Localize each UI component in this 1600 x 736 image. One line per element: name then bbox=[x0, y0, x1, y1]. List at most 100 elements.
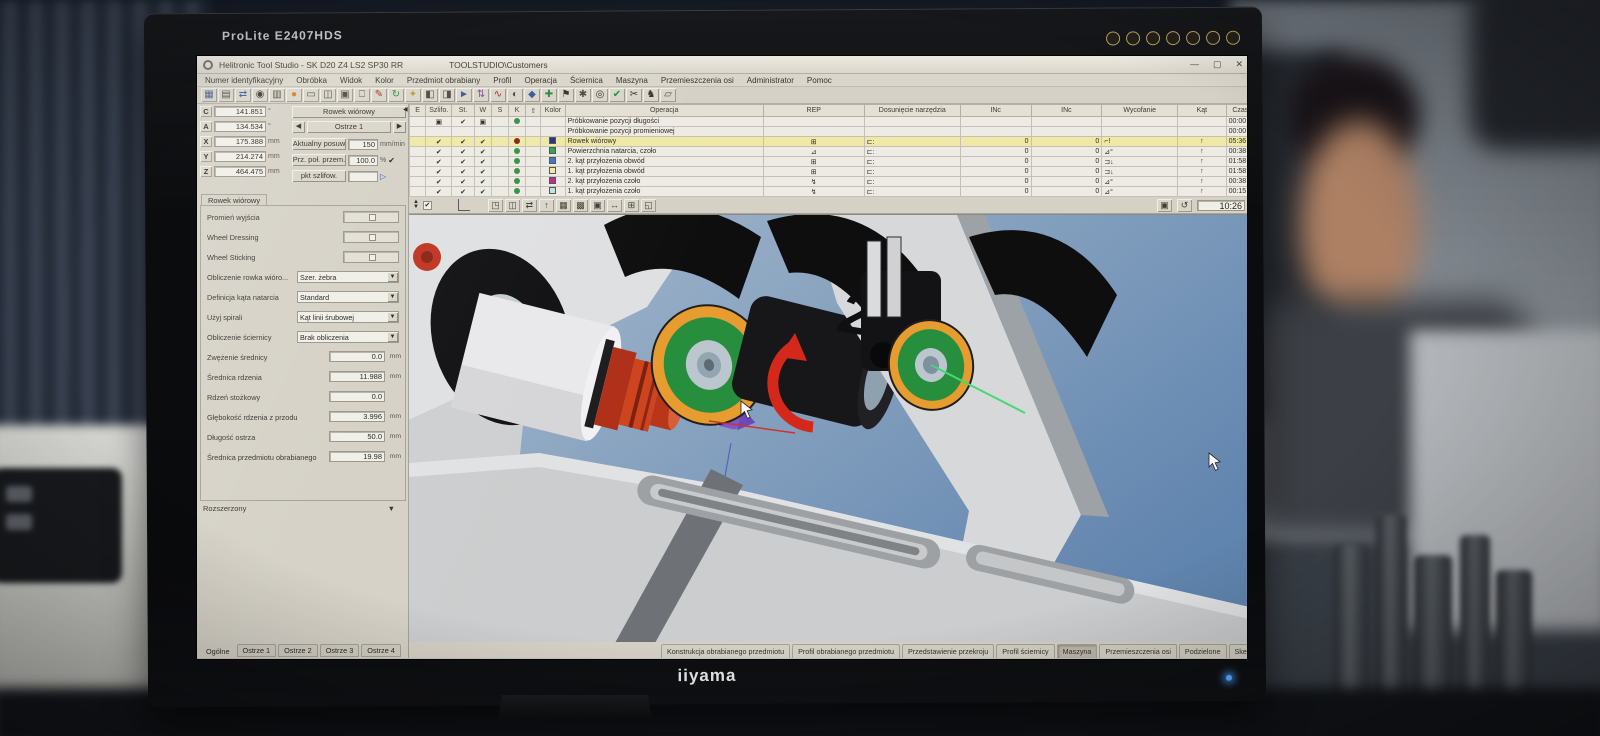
toolbar-button-icon[interactable]: ◉ bbox=[252, 88, 268, 102]
machine-3d-viewport[interactable]: 2 1 bbox=[409, 214, 1248, 642]
close-button[interactable]: ✕ bbox=[1235, 59, 1243, 70]
s-check[interactable] bbox=[491, 187, 508, 197]
view-button-icon[interactable]: ◫ bbox=[505, 199, 520, 212]
view-tab[interactable]: Profil ściernicy bbox=[996, 644, 1054, 659]
toolbar-button-icon[interactable]: ▱ bbox=[660, 88, 676, 102]
parameter-checkbox[interactable] bbox=[343, 211, 399, 223]
feed-button[interactable]: Aktualny posuw bbox=[292, 138, 346, 150]
chevron-down-icon[interactable]: ▼ bbox=[387, 272, 398, 282]
szlifo-check[interactable]: ✔ bbox=[426, 157, 452, 167]
expander-rozszerzony[interactable]: Rozszerzony ▼ bbox=[203, 504, 403, 513]
toolbar-button-icon[interactable]: ♞ bbox=[643, 88, 659, 102]
column-header[interactable]: INc bbox=[1031, 105, 1102, 117]
rotate-view-icon[interactable]: ↺ bbox=[1177, 199, 1192, 212]
szlifo-check[interactable]: ▣ bbox=[426, 117, 452, 127]
column-header[interactable]: REP bbox=[763, 105, 864, 117]
axis-letter-button[interactable]: Z bbox=[200, 166, 212, 177]
edge-tab[interactable]: Ostrze 3 bbox=[320, 644, 360, 657]
parameter-checkbox[interactable] bbox=[343, 251, 399, 263]
view-tab[interactable]: Przemieszczenia osi bbox=[1099, 644, 1177, 659]
axis-value-field[interactable]: 141.851 bbox=[214, 106, 266, 117]
s-check[interactable] bbox=[491, 157, 508, 167]
override-value-field[interactable]: 100.0 bbox=[348, 155, 378, 166]
toolbar-button-icon[interactable]: ◆ bbox=[524, 88, 540, 102]
view-button-icon[interactable]: ▩ bbox=[573, 199, 588, 212]
column-header[interactable]: S bbox=[491, 105, 508, 117]
column-header[interactable]: Wycofanie bbox=[1102, 105, 1178, 117]
operation-row[interactable]: ✔ ✔ ✔ 1. kąt przyłożenia obwód ⊞ ⊏: 0 0 bbox=[410, 167, 1249, 177]
toolbar-button-icon[interactable]: ✱ bbox=[575, 88, 591, 102]
toolbar-button-icon[interactable]: ▦ bbox=[201, 88, 217, 102]
w-check[interactable]: ▣ bbox=[474, 117, 491, 127]
edge-tab[interactable]: Ostrze 1 bbox=[237, 644, 277, 657]
st-check[interactable]: ✔ bbox=[452, 187, 474, 197]
szlifo-check[interactable] bbox=[426, 127, 452, 137]
toolbar-button-icon[interactable]: ◎ bbox=[592, 88, 608, 102]
view-tab[interactable]: Maszyna bbox=[1057, 644, 1098, 659]
chevron-down-icon[interactable]: ▼ bbox=[387, 292, 398, 302]
toolbar-button-icon[interactable]: ◨ bbox=[439, 88, 455, 102]
override-button[interactable]: Prz. poł. przem. bbox=[292, 154, 346, 166]
w-check[interactable]: ✔ bbox=[474, 167, 491, 177]
szlifo-check[interactable]: ✔ bbox=[426, 187, 452, 197]
maximize-button[interactable]: ▢ bbox=[1213, 59, 1222, 70]
s-check[interactable] bbox=[491, 117, 508, 127]
menu-item[interactable]: Maszyna bbox=[616, 76, 648, 85]
menu-item[interactable]: Przedmiot obrabiany bbox=[407, 76, 480, 85]
view-button-icon[interactable]: ▣ bbox=[590, 199, 605, 212]
menu-item[interactable]: Profil bbox=[493, 76, 511, 85]
view-tab[interactable]: Profil obrabianego przedmiotu bbox=[792, 644, 900, 659]
column-header[interactable]: Operacja bbox=[565, 105, 763, 117]
toolbar-button-icon[interactable]: ▣ bbox=[337, 88, 353, 102]
minimize-button[interactable]: — bbox=[1190, 59, 1199, 70]
operation-row[interactable]: ✔ ✔ ✔ 1. kąt przyłożenia czoło ↯ ⊏: 0 0 bbox=[410, 187, 1249, 197]
toolbar-button-icon[interactable]: ⇄ bbox=[235, 88, 251, 102]
operation-row[interactable]: ▣ ✔ ▣ Próbkowanie pozycji długości bbox=[410, 117, 1249, 127]
w-check[interactable] bbox=[474, 127, 491, 137]
s-check[interactable] bbox=[491, 127, 508, 137]
menu-item[interactable]: Administrator bbox=[747, 76, 794, 85]
axis-value-field[interactable]: 175.388 bbox=[214, 136, 266, 147]
toolbar-button-icon[interactable]: ► bbox=[456, 88, 472, 102]
view-button-icon[interactable]: ◱ bbox=[641, 199, 656, 212]
toolbar-button-icon[interactable]: ✔ bbox=[609, 88, 625, 102]
parameter-dropdown[interactable]: Brak obliczenia▼ bbox=[297, 331, 399, 343]
view-tab[interactable]: Sketcher bbox=[1229, 644, 1249, 659]
menu-item[interactable]: Kolor bbox=[375, 76, 394, 85]
toolbar-button-icon[interactable]: ⇅ bbox=[473, 88, 489, 102]
column-header[interactable]: ⇧ bbox=[526, 105, 541, 117]
play-icon[interactable]: ▷ bbox=[380, 172, 386, 181]
st-check[interactable] bbox=[452, 127, 474, 137]
column-header[interactable]: K bbox=[509, 105, 526, 117]
menu-item[interactable]: Ściernica bbox=[570, 76, 603, 85]
toolbar-button-icon[interactable]: ∿ bbox=[490, 88, 506, 102]
toolbar-button-icon[interactable]: ▤ bbox=[218, 88, 234, 102]
column-header[interactable]: INc bbox=[960, 105, 1031, 117]
st-check[interactable]: ✔ bbox=[452, 167, 474, 177]
column-header[interactable]: Czas bbox=[1226, 105, 1248, 117]
s-check[interactable] bbox=[491, 167, 508, 177]
st-check[interactable]: ✔ bbox=[452, 157, 474, 167]
parameter-value-field[interactable]: 0.0 bbox=[329, 391, 385, 402]
next-edge-button[interactable]: ▶ bbox=[393, 121, 406, 133]
parameter-dropdown[interactable]: Kąt linii śrubowej▼ bbox=[297, 311, 399, 323]
parameter-value-field[interactable]: 11.988 bbox=[329, 371, 385, 382]
menu-item[interactable]: Numer identyfikacyjny bbox=[205, 76, 283, 85]
st-check[interactable]: ✔ bbox=[452, 137, 474, 147]
s-check[interactable] bbox=[491, 137, 508, 147]
view-checkbox[interactable]: ✔ bbox=[423, 201, 432, 210]
toolbar-button-icon[interactable]: ◧ bbox=[422, 88, 438, 102]
grind-value-field[interactable] bbox=[348, 171, 378, 182]
parameter-value-field[interactable]: 0.0 bbox=[329, 351, 385, 362]
toolbar-button-icon[interactable]: ▥ bbox=[269, 88, 285, 102]
view-button-icon[interactable]: ⊞ bbox=[624, 199, 639, 212]
toolbar-button-icon[interactable]: ✚ bbox=[541, 88, 557, 102]
st-check[interactable]: ✔ bbox=[452, 177, 474, 187]
toolbar-button-icon[interactable]: ⎕ bbox=[354, 88, 370, 102]
column-header[interactable]: St. bbox=[452, 105, 474, 117]
toolbar-button-icon[interactable]: ◫ bbox=[320, 88, 336, 102]
view-button-icon[interactable]: ⇄ bbox=[522, 199, 537, 212]
column-header[interactable]: Dosunięcie narzędzia bbox=[864, 105, 960, 117]
toolbar-button-icon[interactable]: ◐ bbox=[507, 88, 523, 102]
toolbar-button-icon[interactable]: ● bbox=[286, 88, 302, 102]
